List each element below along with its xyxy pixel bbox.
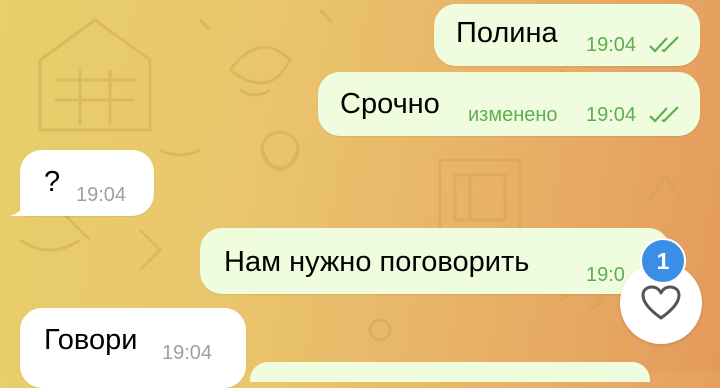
message-text: Срочно (340, 88, 440, 120)
message-text: ? (44, 166, 61, 198)
message-bubble-incoming[interactable]: ? 19:04 (20, 150, 154, 216)
message-text: Нам нужно поговорить (224, 246, 530, 278)
message-bubble-outgoing[interactable]: Срочно изменено 19:04 (318, 72, 700, 136)
message-text: Полина (456, 17, 558, 49)
read-double-check-icon (649, 36, 679, 53)
message-edited-label: изменено (468, 104, 558, 126)
message-bubble-outgoing[interactable]: Полина 19:04 (434, 4, 700, 66)
message-bubble-outgoing[interactable]: Нам нужно поговорить 19:0 (200, 228, 670, 294)
message-time: 19:04 (76, 184, 127, 206)
message-time: 19:04 (162, 342, 213, 364)
message-time: 19:0 (586, 264, 625, 286)
message-bubble-incoming[interactable]: Говори 19:04 (20, 308, 246, 388)
message-time: 19:04 (586, 104, 637, 126)
next-message-bubble-edge (250, 362, 650, 382)
message-text: Говори (44, 324, 138, 356)
message-time: 19:04 (586, 34, 637, 56)
heart-outline-icon (641, 285, 681, 320)
read-double-check-icon (649, 106, 679, 123)
reaction-count-badge: 1 (640, 238, 686, 284)
